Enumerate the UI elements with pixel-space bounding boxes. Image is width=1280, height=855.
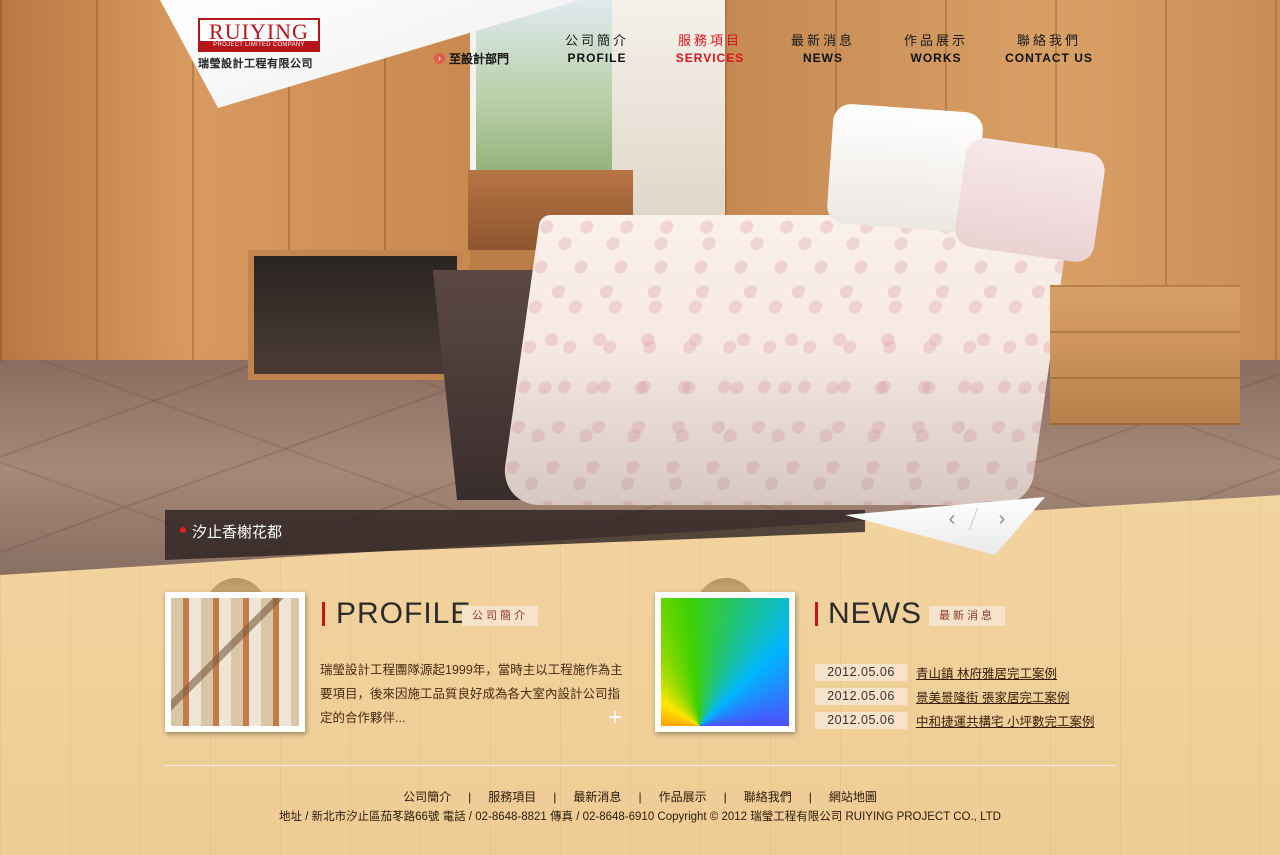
nav-label-cn: 服務項目 — [677, 33, 742, 48]
profile-tag: 公司簡介 — [462, 606, 538, 626]
footer-separator: | — [723, 789, 727, 804]
nav-label-en: CONTACT US — [1005, 51, 1093, 65]
footer-separator: | — [808, 789, 812, 804]
nav-label-en: PROFILE — [567, 51, 627, 65]
floorplan-image — [171, 598, 299, 726]
chevron-left-icon: ‹ — [948, 508, 956, 530]
profile-title: PROFILE — [336, 597, 472, 630]
color-swatch-image — [661, 598, 789, 726]
bullet-icon — [180, 527, 186, 533]
footer-link-news[interactable]: 最新消息 — [573, 788, 621, 805]
news-item: 2012.05.06 景美景隆街 張家居完工案例 — [815, 684, 1115, 708]
logo-tagline: PROJECT LIMITED COMPANY — [200, 41, 318, 50]
nav-label-cn: 最新消息 — [790, 33, 855, 48]
nav-label-cn: 作品展示 — [903, 33, 968, 48]
footer-link-contact[interactable]: 聯絡我們 — [744, 788, 792, 805]
company-name: 瑞瑩設計工程有限公司 — [198, 58, 313, 70]
section-accent-bar — [322, 602, 325, 626]
footer-divider — [165, 765, 1115, 766]
nav-label-en: SERVICES — [675, 51, 745, 65]
news-link[interactable]: 中和捷運共構宅 小坪數完工案例 — [916, 711, 1094, 730]
nav-services[interactable]: 服務項目 SERVICES — [655, 30, 765, 65]
footer-nav: 公司簡介 | 服務項目 | 最新消息 | 作品展示 | 聯絡我們 | 網站地圖 — [0, 788, 1280, 805]
nav-profile[interactable]: 公司簡介 PROFILE — [542, 30, 652, 65]
news-item: 2012.05.06 青山鎮 林府雅居完工案例 — [815, 660, 1115, 684]
slide-caption: 汐止香榭花都 — [192, 524, 283, 541]
news-date: 2012.05.06 — [815, 687, 907, 705]
nav-news[interactable]: 最新消息 NEWS — [768, 30, 878, 65]
nav-label-en: NEWS — [803, 51, 843, 65]
logo[interactable]: RUIYING PROJECT LIMITED COMPANY — [198, 18, 320, 52]
footer-separator: | — [638, 789, 642, 804]
footer-separator: | — [468, 789, 472, 804]
prev-slide-button[interactable]: ‹ — [941, 508, 963, 530]
more-button[interactable]: + — [605, 706, 625, 730]
news-list: 2012.05.06 青山鎮 林府雅居完工案例 2012.05.06 景美景隆街… — [815, 660, 1115, 732]
hero-slideshow — [0, 0, 1280, 575]
footer-contact-info: 地址 / 新北市汐止區茄苳路66號 電話 / 02-8648-8821 傳真 /… — [279, 811, 1001, 823]
footer-link-sitemap[interactable]: 網站地圖 — [829, 788, 877, 805]
nav-label-cn: 公司簡介 — [564, 33, 629, 48]
news-title: NEWS — [828, 597, 922, 630]
nav-contact[interactable]: 聯絡我們 CONTACT US — [994, 30, 1104, 65]
footer-link-works[interactable]: 作品展示 — [659, 788, 707, 805]
plus-icon: + — [607, 704, 622, 731]
footer-link-services[interactable]: 服務項目 — [488, 788, 536, 805]
next-slide-button[interactable]: › — [991, 508, 1013, 530]
hero-shade — [0, 0, 1280, 575]
section-accent-bar — [815, 602, 818, 626]
nav-label-en: WORKS — [910, 51, 962, 65]
footer-separator: | — [553, 789, 557, 804]
news-link[interactable]: 景美景隆街 張家居完工案例 — [916, 687, 1069, 706]
news-date: 2012.05.06 — [815, 663, 907, 681]
news-link[interactable]: 青山鎮 林府雅居完工案例 — [916, 663, 1057, 682]
chevron-right-icon: › — [998, 508, 1006, 530]
footer-link-profile[interactable]: 公司簡介 — [403, 788, 451, 805]
arrow-right-icon: › — [434, 52, 445, 64]
news-tag: 最新消息 — [929, 606, 1005, 626]
news-thumbnail[interactable] — [655, 592, 795, 732]
profile-description: 瑞瑩設計工程團隊源起1999年，當時主以工程施作為主要項目，後來因施工品質良好成… — [320, 663, 623, 725]
news-date: 2012.05.06 — [815, 711, 907, 729]
design-dept-label: 至設計部門 — [449, 51, 510, 66]
nav-works[interactable]: 作品展示 WORKS — [881, 30, 991, 65]
design-dept-link[interactable]: › 至設計部門 — [434, 50, 509, 66]
nav-label-cn: 聯絡我們 — [1016, 33, 1081, 48]
profile-thumbnail[interactable] — [165, 592, 305, 732]
news-item: 2012.05.06 中和捷運共構宅 小坪數完工案例 — [815, 708, 1115, 732]
